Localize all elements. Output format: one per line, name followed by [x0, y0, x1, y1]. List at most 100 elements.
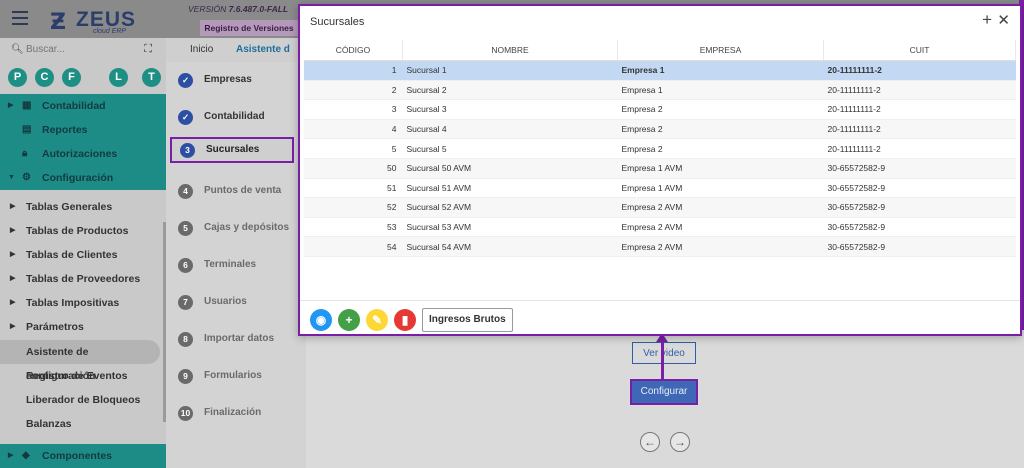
tab-asistente[interactable]: Asistente d	[236, 44, 306, 55]
menu-item-tablas-impositivas[interactable]: ▶ Tablas Impositivas	[0, 291, 166, 315]
favorite-l-button[interactable]: L	[109, 68, 128, 87]
expand-icon[interactable]: ⛶	[144, 43, 152, 56]
column-header-cuit[interactable]: CUIT	[823, 40, 1016, 61]
table-row[interactable]: 2 Sucursal 2 Empresa 1 20-11111111-2	[304, 80, 1016, 101]
chevron-down-icon: ▼	[8, 174, 15, 181]
arrow-left-icon[interactable]: ←	[640, 432, 660, 452]
step-label: Importar datos	[204, 333, 275, 344]
menu-item-tablas-clientes[interactable]: ▶ Tablas de Clientes	[0, 243, 166, 267]
cell-nombre: Sucursal 52 AVM	[402, 197, 618, 218]
step-puntos-venta[interactable]: 4 Puntos de venta	[166, 173, 306, 210]
main-menu: ▶ ▦ Contabilidad ▤ Reportes 🔒︎ Autorizac…	[0, 94, 166, 190]
menu-item-label: Tablas de Clientes	[26, 249, 118, 261]
configurar-button[interactable]: Configurar	[630, 379, 698, 405]
registro-versiones-button[interactable]: Registro de Versiones	[200, 20, 298, 36]
favorite-c-button[interactable]: C	[35, 68, 54, 87]
column-header-codigo[interactable]: CÓDIGO	[304, 40, 403, 61]
menu-item-reportes[interactable]: ▤ Reportes	[0, 118, 166, 142]
menu-item-tablas-proveedores[interactable]: ▶ Tablas de Proveedores	[0, 267, 166, 291]
cell-codigo: 50	[304, 158, 403, 179]
menu-item-label: Contabilidad	[42, 100, 106, 112]
table-row[interactable]: 1 Sucursal 1 Empresa 1 20-11111111-2	[304, 60, 1016, 81]
menu-item-label: Autorizaciones	[42, 148, 118, 160]
step-number: 7	[178, 295, 193, 310]
table-row[interactable]: 54 Sucursal 54 AVM Empresa 2 AVM 30-6557…	[304, 236, 1016, 257]
lock-icon: 🔒︎	[22, 148, 28, 159]
table-row[interactable]: 5 Sucursal 5 Empresa 2 20-11111111-2	[304, 138, 1016, 159]
menu-item-registro-eventos[interactable]: Registro de Eventos	[0, 364, 166, 388]
step-label: Puntos de venta	[204, 185, 282, 196]
cell-cuit: 30-65572582-9	[823, 158, 1016, 179]
cell-codigo: 3	[304, 99, 403, 120]
gear-icon: ⚙	[22, 172, 31, 183]
favorite-t-button[interactable]: T	[142, 68, 161, 87]
annotation-arrow	[661, 340, 664, 380]
menu-item-label: Tablas de Productos	[26, 225, 129, 237]
menu-item-asistente-configuracion[interactable]: Asistente de configuración	[0, 340, 160, 382]
step-importar-datos[interactable]: 8 Importar datos	[166, 321, 306, 358]
step-usuarios[interactable]: 7 Usuarios	[166, 284, 306, 321]
step-finalizacion[interactable]: 10 Finalización	[166, 395, 306, 432]
menu-item-label: Componentes	[42, 450, 113, 462]
step-empresas[interactable]: ✓ Empresas	[166, 62, 306, 99]
favorites-row: P C F L T	[8, 68, 166, 88]
cell-empresa: Empresa 2 AVM	[617, 217, 824, 238]
cell-empresa: Empresa 1	[617, 80, 824, 101]
table-row[interactable]: 4 Sucursal 4 Empresa 2 20-11111111-2	[304, 119, 1016, 140]
menu-item-contabilidad[interactable]: ▶ ▦ Contabilidad	[0, 94, 166, 118]
step-contabilidad[interactable]: ✓ Contabilidad	[166, 99, 306, 136]
step-label: Formularios	[204, 370, 262, 381]
tab-inicio[interactable]: Inicio	[190, 44, 213, 55]
cell-nombre: Sucursal 2	[402, 80, 618, 101]
step-sucursales[interactable]: 3 Sucursales	[170, 137, 294, 163]
menu-item-liberador-bloqueos[interactable]: Liberador de Bloqueos	[0, 388, 166, 412]
search-icon: 🔍︎	[11, 44, 24, 55]
table-row[interactable]: 51 Sucursal 51 AVM Empresa 1 AVM 30-6557…	[304, 178, 1016, 199]
search-input[interactable]	[26, 44, 126, 55]
step-formularios[interactable]: 9 Formularios	[166, 358, 306, 395]
tab-bar: Inicio Asistente d	[166, 38, 306, 62]
delete-button[interactable]: ▮	[394, 309, 416, 331]
menu-item-label: Liberador de Bloqueos	[26, 394, 141, 406]
menu-item-tablas-generales[interactable]: ▶ Tablas Generales	[0, 195, 166, 219]
table-row[interactable]: 3 Sucursal 3 Empresa 2 20-11111111-2	[304, 99, 1016, 120]
table-row[interactable]: 50 Sucursal 50 AVM Empresa 1 AVM 30-6557…	[304, 158, 1016, 179]
maximize-icon[interactable]: +	[982, 10, 992, 30]
ingresos-brutos-button[interactable]: Ingresos Brutos	[422, 308, 513, 332]
cell-empresa: Empresa 1 AVM	[617, 158, 824, 179]
cell-empresa: Empresa 1 AVM	[617, 178, 824, 199]
zeus-logo: Ƶ ZEUS cloud ERP	[50, 8, 140, 35]
menu-item-balanzas[interactable]: Balanzas	[0, 412, 166, 436]
arrow-right-icon[interactable]: →	[670, 432, 690, 452]
report-icon: ▤	[22, 124, 32, 135]
favorite-f-button[interactable]: F	[62, 68, 81, 87]
menu-item-label: Reportes	[42, 124, 88, 136]
add-button[interactable]: +	[338, 309, 360, 331]
cell-cuit: 30-65572582-9	[823, 236, 1016, 257]
step-cajas-depositos[interactable]: 5 Cajas y depósitos	[166, 210, 306, 247]
view-button[interactable]: ◉	[310, 309, 332, 331]
column-header-nombre[interactable]: NOMBRE	[402, 40, 618, 61]
step-label: Terminales	[204, 259, 257, 270]
ver-video-button[interactable]: Ver video	[632, 342, 696, 364]
table-row[interactable]: 53 Sucursal 53 AVM Empresa 2 AVM 30-6557…	[304, 217, 1016, 238]
cell-cuit: 30-65572582-9	[823, 197, 1016, 218]
menu-item-configuracion[interactable]: ▼ ⚙ Configuración	[0, 166, 166, 190]
menu-item-autorizaciones[interactable]: 🔒︎ Autorizaciones	[0, 142, 166, 166]
edit-button[interactable]: ✎	[366, 309, 388, 331]
step-label: Finalización	[204, 407, 262, 418]
chevron-right-icon: ▶	[10, 323, 16, 330]
close-icon[interactable]: ✕	[997, 11, 1010, 29]
hamburger-menu-icon[interactable]	[12, 11, 28, 25]
column-header-empresa[interactable]: EMPRESA	[617, 40, 824, 61]
menu-item-tablas-productos[interactable]: ▶ Tablas de Productos	[0, 219, 166, 243]
menu-item-componentes[interactable]: ▶ ◆ Componentes	[0, 444, 166, 468]
menu-item-parametros[interactable]: ▶ Parámetros	[0, 315, 166, 339]
favorite-p-button[interactable]: P	[8, 68, 27, 87]
table-row[interactable]: 52 Sucursal 52 AVM Empresa 2 AVM 30-6557…	[304, 197, 1016, 218]
step-label: Usuarios	[204, 296, 247, 307]
cell-empresa: Empresa 2	[617, 119, 824, 140]
step-terminales[interactable]: 6 Terminales	[166, 247, 306, 284]
chevron-right-icon: ▶	[10, 227, 16, 234]
wizard-steps: ✓ Empresas ✓ Contabilidad 4 Puntos de ve…	[166, 62, 306, 468]
